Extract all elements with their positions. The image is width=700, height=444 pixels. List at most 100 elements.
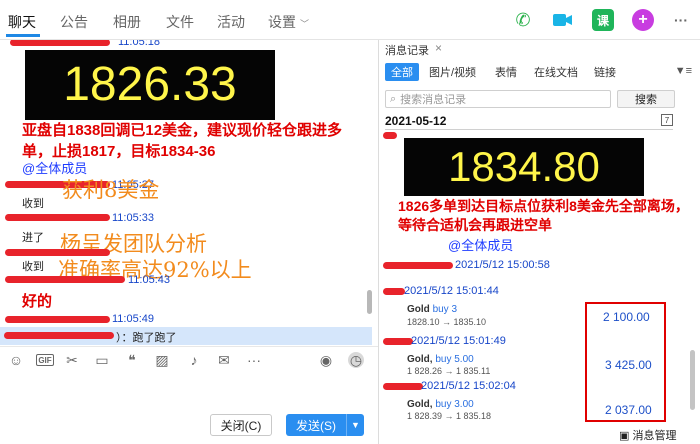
classroom-icon[interactable]: 课: [592, 9, 614, 31]
trade-title: Gold, buy 5.00: [407, 354, 474, 365]
message-time: 11:05:43: [128, 274, 171, 286]
close-icon[interactable]: ×: [435, 41, 442, 55]
filter-all[interactable]: 全部: [385, 63, 419, 81]
trade-profit: 3 425.00: [605, 358, 652, 372]
trade-signal-message: 亚盘自1838回调已12美金，建议现价轻仓跟进多单，止损1817，目标1834-…: [22, 122, 343, 160]
date-divider: [385, 129, 673, 130]
redacted-name: [5, 276, 125, 283]
redacted-name: [383, 262, 453, 269]
chevron-down-icon: ﹀: [300, 19, 310, 29]
top-navigation: 聊天 公告 相册 文件 活动 设置 ﹀ ✆ 课 + ···: [0, 0, 700, 40]
bell-icon[interactable]: ♪: [186, 352, 202, 368]
send-label: 发送(S): [296, 418, 336, 433]
trade-profit: 2 037.00: [605, 403, 652, 417]
folder-icon[interactable]: ▭: [94, 352, 110, 368]
filter-links[interactable]: 链接: [594, 64, 616, 80]
filter-stickers[interactable]: 表情: [495, 64, 517, 80]
history-search-input[interactable]: ⌕ 搜索消息记录: [385, 90, 611, 108]
history-scrollbar[interactable]: [690, 350, 695, 410]
send-button[interactable]: 发送(S) ▼: [286, 414, 364, 436]
calendar-icon[interactable]: 7: [661, 114, 673, 126]
trade-title: Gold, buy 3.00: [407, 399, 474, 410]
redacted-name: [383, 338, 413, 345]
overlay-profit-text: 获利8美金: [62, 178, 160, 202]
filter-funnel-icon[interactable]: ▼≡: [675, 65, 692, 77]
tab-chat[interactable]: 聊天: [8, 12, 36, 32]
price-screenshot-1834[interactable]: 1834.80: [404, 138, 644, 196]
message-input[interactable]: 关闭(C) 发送(S) ▼: [0, 372, 378, 444]
more-icon[interactable]: ···: [670, 9, 692, 31]
chevron-down-icon[interactable]: ▼: [346, 414, 364, 436]
filter-media[interactable]: 图片/视频: [429, 64, 476, 80]
trade-prices: 1 828.26 → 1 835.11: [407, 366, 491, 376]
trade-title: Gold buy 3: [407, 304, 457, 315]
history-entry-time: 2021/5/12 15:02:04: [421, 380, 516, 392]
profit-exit-message: 1826多单到达目标点位获利8美金先全部离场，等待合适机会再跟进空单: [398, 198, 689, 233]
message-manager-icon: ▣: [619, 430, 633, 442]
redacted-name: [5, 316, 110, 323]
redacted-name: [383, 383, 423, 390]
gif-icon[interactable]: GIF: [36, 354, 54, 366]
chat-message-area: 11:05:18 1826.33 亚盘自1838回调已12美金，建议现价轻仓跟进…: [0, 40, 378, 444]
trade-side: buy 3: [432, 304, 458, 315]
tab-settings[interactable]: 设置 ﹀: [268, 12, 309, 32]
image-icon[interactable]: ▨: [154, 352, 170, 368]
tab-activity[interactable]: 活动: [217, 12, 245, 32]
scissors-icon[interactable]: ✂: [64, 352, 80, 368]
redacted-name: [5, 214, 110, 221]
chat-message: 进了: [22, 232, 44, 244]
redacted-name: [10, 40, 110, 46]
history-tab-title[interactable]: 消息记录: [385, 42, 429, 58]
history-entry-time: 2021/5/12 15:01:49: [411, 335, 506, 347]
quote-icon[interactable]: ❝: [124, 352, 140, 368]
message-history-panel: 消息记录 × 全部 图片/视频 表情 在线文档 链接 ▼≡ ⌕ 搜索消息记录 搜…: [379, 40, 700, 444]
more-tools-icon[interactable]: ···: [246, 352, 262, 368]
trade-symbol: Gold,: [407, 354, 433, 365]
price-screenshot-1826[interactable]: 1826.33: [25, 50, 275, 120]
redacted-name: [383, 288, 405, 295]
input-toolbar: ☺ GIF ✂ ▭ ❝ ▨ ♪ ✉ ··· ◉ ◷: [0, 346, 378, 372]
close-button[interactable]: 关闭(C): [210, 414, 272, 436]
tab-album[interactable]: 相册: [113, 12, 141, 32]
trade-prices: 1828.10 → 1835.10: [407, 317, 487, 327]
message-time: 11:05:33: [112, 212, 155, 224]
mic-icon[interactable]: ◉: [318, 352, 334, 368]
gift-icon[interactable]: ✉: [216, 352, 232, 368]
trade-symbol: Gold,: [407, 399, 433, 410]
emoji-icon[interactable]: ☺: [8, 352, 24, 368]
trade-symbol: Gold: [407, 304, 430, 315]
message-manager-link[interactable]: ▣ 消息管理: [619, 427, 676, 443]
filter-docs[interactable]: 在线文档: [534, 64, 578, 80]
active-tab-indicator: [6, 34, 40, 37]
trade-profit: 2 100.00: [603, 310, 650, 324]
tab-announcement[interactable]: 公告: [60, 12, 88, 32]
trade-side: buy 5.00: [435, 354, 474, 365]
history-entry-time: 2021/5/12 15:01:44: [404, 285, 499, 297]
history-entry-time: 2021/5/12 15:00:58: [455, 259, 550, 271]
phone-call-icon[interactable]: ✆: [512, 9, 534, 31]
message-time: 11:05:18: [118, 40, 161, 48]
redacted-avatar: [383, 132, 397, 139]
chat-message: 收到: [22, 198, 44, 210]
mention-all-members[interactable]: @全体成员: [448, 235, 513, 254]
add-app-icon[interactable]: +: [632, 9, 654, 31]
reply-preview-bar[interactable]: ）：跑了跑了: [0, 327, 372, 345]
history-filter-bar: 全部 图片/视频 表情 在线文档 链接 ▼≡: [379, 62, 700, 82]
redacted-name: [4, 332, 114, 339]
chat-scrollbar[interactable]: [367, 290, 372, 314]
message-time: 11:05:49: [112, 313, 155, 325]
search-placeholder: 搜索消息记录: [400, 94, 467, 106]
history-date: 2021-05-12: [385, 114, 447, 128]
search-button[interactable]: 搜索: [617, 90, 675, 108]
tab-settings-label: 设置: [268, 14, 296, 30]
history-clock-icon[interactable]: ◷: [348, 352, 364, 368]
chat-message: 好的: [22, 293, 53, 310]
qq-group-chat-window: 聊天 公告 相册 文件 活动 设置 ﹀ ✆ 课 + ··· 11:05:18 18…: [0, 0, 700, 444]
tab-files[interactable]: 文件: [166, 12, 194, 32]
chat-message: 收到: [22, 261, 44, 273]
reply-text: ）：跑了跑了: [116, 332, 177, 344]
search-icon: ⌕: [390, 92, 397, 105]
trade-prices: 1 828.39 → 1 835.18: [407, 411, 492, 421]
trade-side: buy 3.00: [435, 399, 474, 410]
video-call-icon[interactable]: [552, 9, 574, 31]
